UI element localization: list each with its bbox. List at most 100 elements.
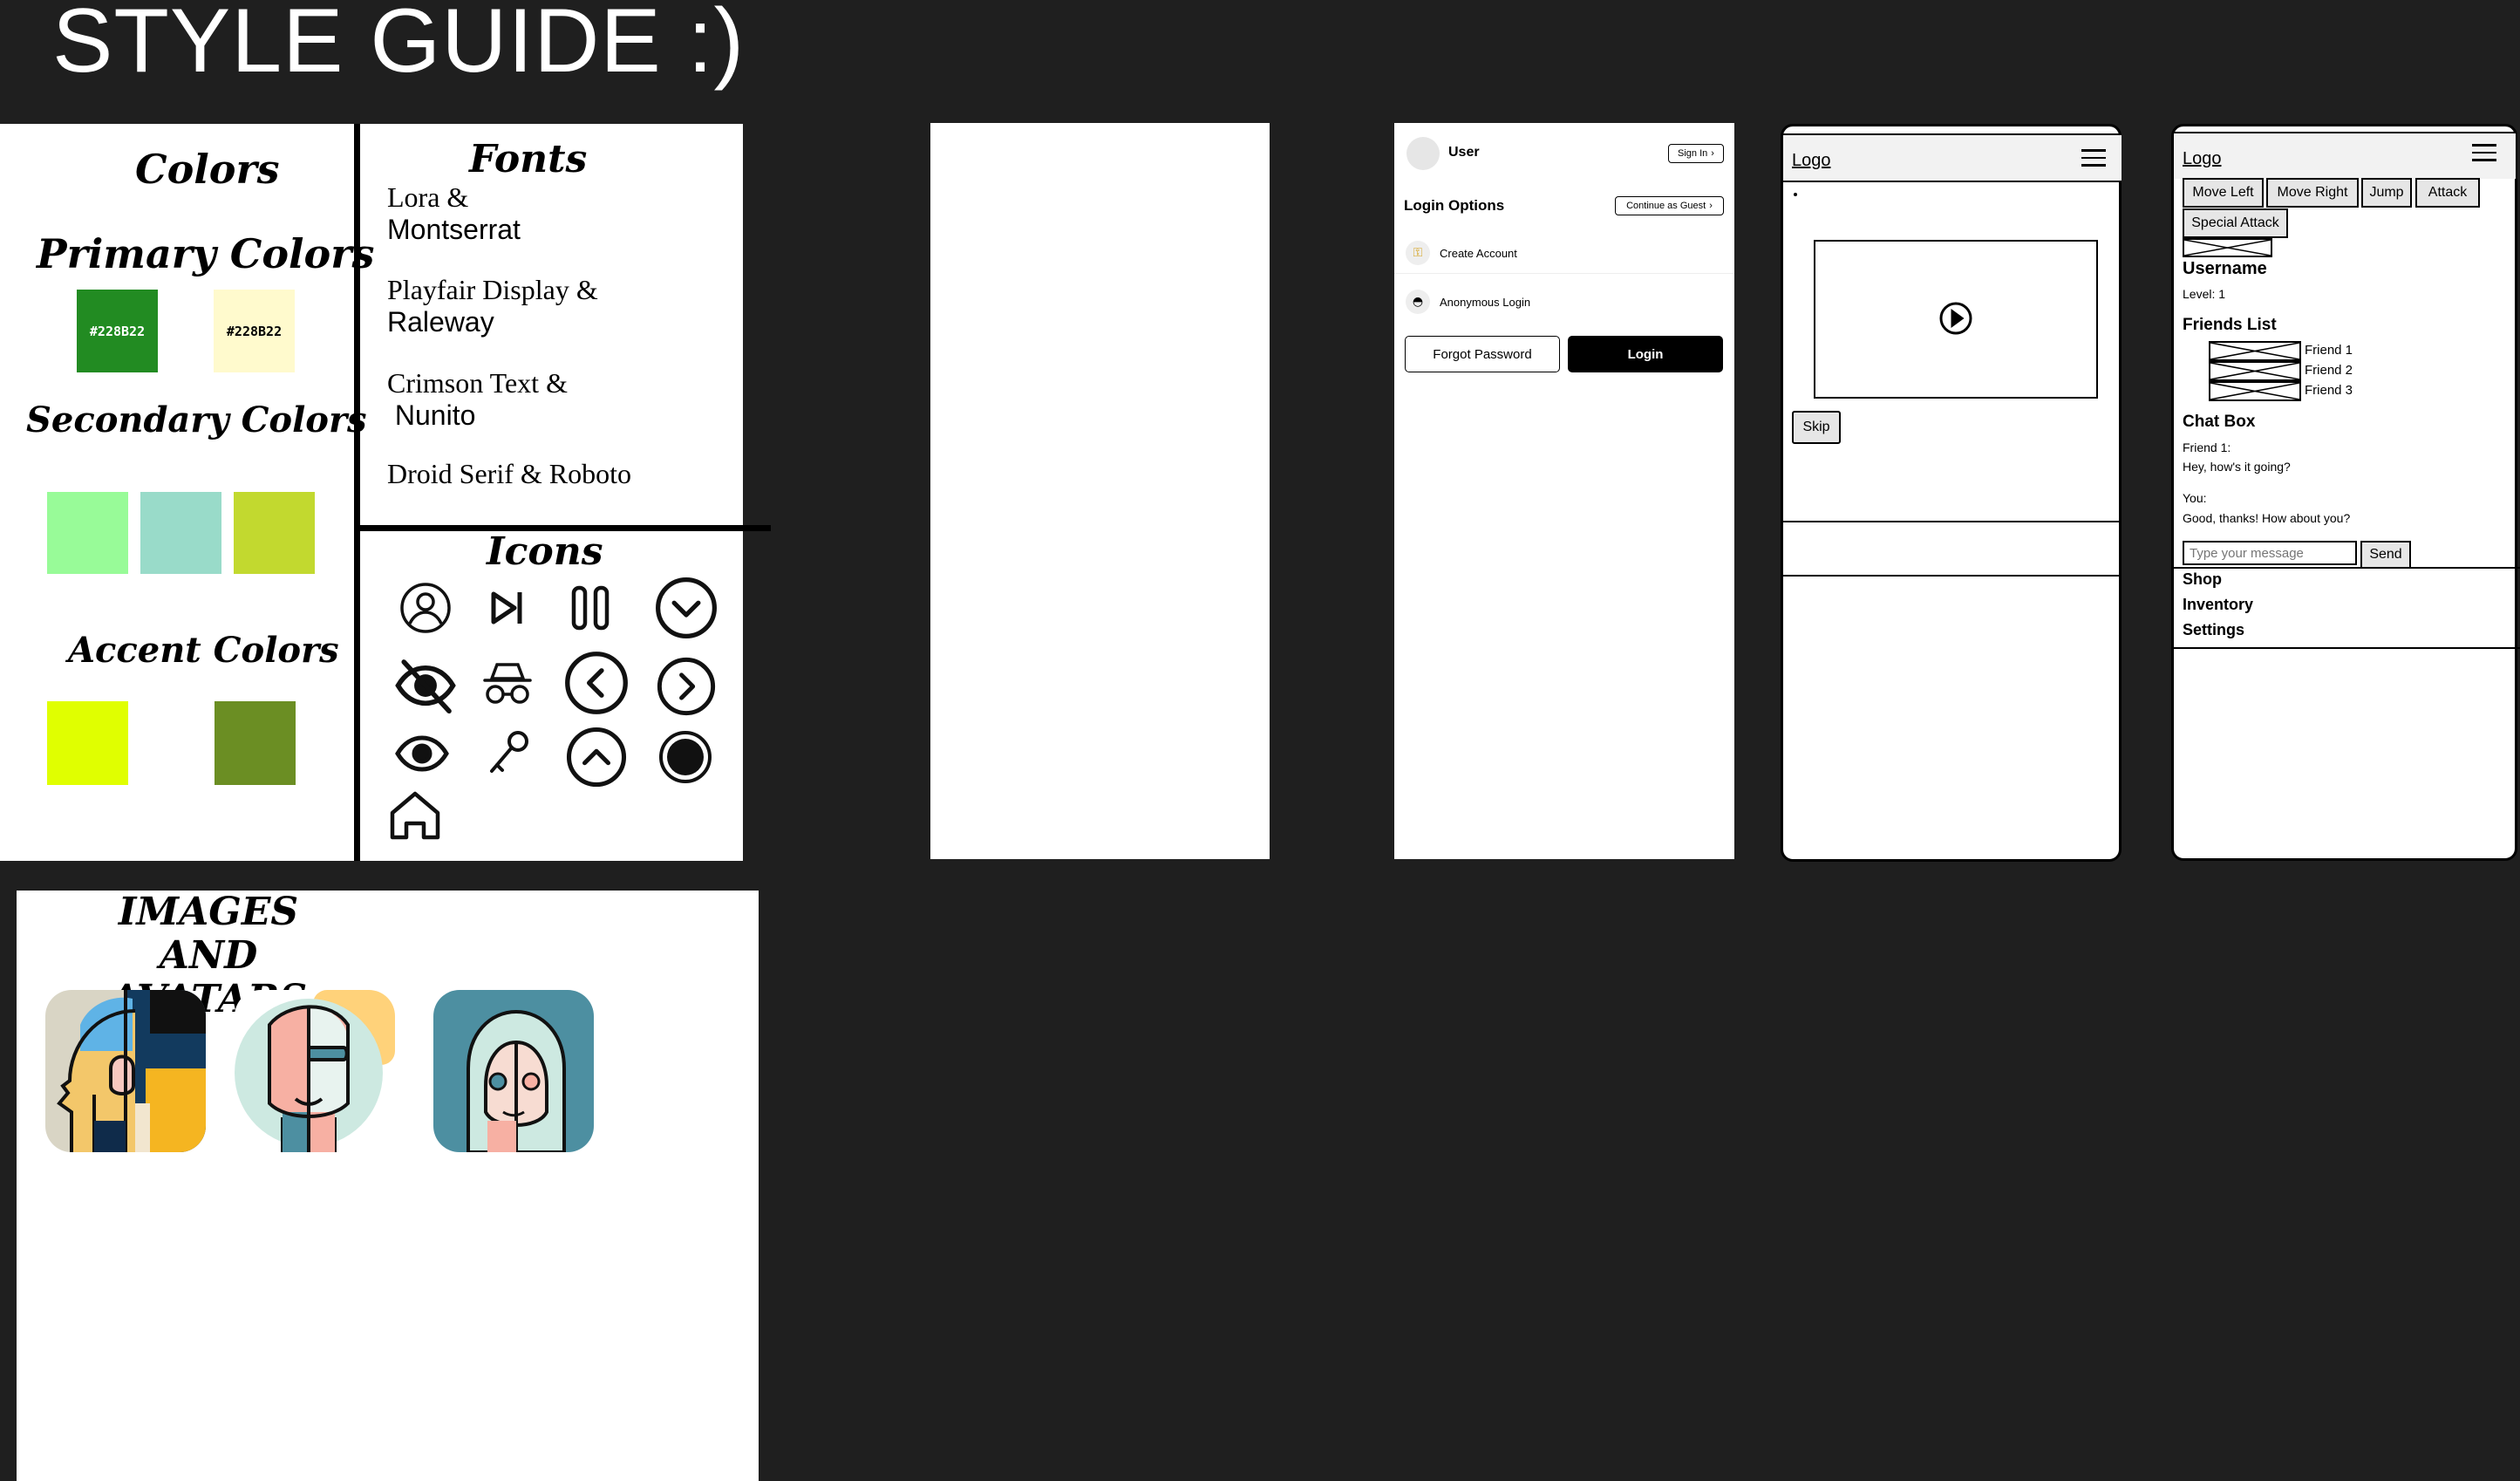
friend-avatar-placeholder bbox=[2209, 381, 2301, 401]
font-pair-line: Nunito bbox=[387, 399, 476, 431]
username-label: Username bbox=[2183, 259, 2267, 278]
create-account-item[interactable]: ⚿ Create Account bbox=[1394, 235, 1734, 274]
secondary-swatch-3 bbox=[234, 492, 315, 574]
sign-in-button[interactable]: Sign In › bbox=[1668, 144, 1724, 163]
font-pair-line: Droid Serif & Roboto bbox=[387, 458, 631, 489]
page-title: STYLE GUIDE :) bbox=[52, 0, 746, 92]
chevron-right-icon: › bbox=[1709, 201, 1713, 211]
font-pair-1: Lora & Montserrat bbox=[387, 181, 521, 246]
icons-heading: Icons bbox=[487, 529, 603, 574]
login-screen: User Sign In › Login Options Continue as … bbox=[1394, 123, 1734, 859]
accent-swatch-2 bbox=[215, 701, 296, 785]
accent-colors-heading: Accent Colors bbox=[68, 630, 339, 671]
chevron-right-circle-icon bbox=[656, 656, 717, 717]
swatch-hex-label: #228B22 bbox=[89, 323, 146, 339]
avatar-image bbox=[45, 990, 206, 1152]
chat-message: Hey, how's it going? bbox=[2183, 460, 2291, 474]
primary-swatch-lemon: #228B22 bbox=[214, 290, 295, 372]
friend-avatar-placeholder bbox=[2209, 341, 2301, 361]
user-circle-icon bbox=[398, 580, 453, 636]
fonts-heading: Fonts bbox=[469, 137, 588, 181]
list-item[interactable]: Friend 1 bbox=[2209, 341, 2409, 361]
font-pair-line: Raleway bbox=[387, 306, 494, 338]
special-attack-button[interactable]: Special Attack bbox=[2183, 208, 2288, 238]
eye-icon bbox=[394, 726, 450, 781]
header-bar: Logo bbox=[2174, 132, 2516, 179]
send-button[interactable]: Send bbox=[2360, 541, 2411, 569]
font-pair-4: Droid Serif & Roboto bbox=[387, 458, 631, 490]
swatch-hex-label: #228B22 bbox=[226, 323, 283, 339]
font-pair-line: Montserrat bbox=[387, 214, 521, 245]
skip-button[interactable]: Skip bbox=[1792, 411, 1841, 444]
login-options-heading: Login Options bbox=[1404, 197, 1505, 214]
video-screen: Logo Skip bbox=[1781, 124, 2122, 862]
hamburger-menu-icon[interactable] bbox=[2081, 147, 2106, 167]
video-player[interactable] bbox=[1814, 240, 2098, 399]
primary-colors-heading: Primary Colors bbox=[37, 230, 375, 277]
chat-message: Good, thanks! How about you? bbox=[2183, 511, 2351, 525]
font-pair-line: Crimson Text & bbox=[387, 367, 568, 399]
font-pair-line: Playfair Display & bbox=[387, 274, 598, 305]
avatar[interactable] bbox=[1406, 137, 1440, 170]
key-icon bbox=[481, 726, 537, 781]
eye-off-icon bbox=[394, 654, 457, 717]
friend-name: Friend 3 bbox=[2305, 383, 2353, 398]
chat-sender: You: bbox=[2183, 491, 2207, 505]
colors-panel: Colors Primary Colors #228B22 #228B22 Se… bbox=[0, 124, 771, 861]
panel-divider-vertical bbox=[354, 124, 360, 861]
skip-next-icon bbox=[480, 580, 535, 636]
avatar-image bbox=[433, 990, 594, 1152]
chat-box-heading: Chat Box bbox=[2183, 413, 2256, 431]
friend-name: Friend 2 bbox=[2305, 363, 2353, 378]
login-button[interactable]: Login bbox=[1568, 336, 1723, 372]
continue-guest-button[interactable]: Continue as Guest › bbox=[1615, 196, 1724, 215]
list-item[interactable]: Friend 2 bbox=[2209, 361, 2409, 381]
logo-link[interactable]: Logo bbox=[2183, 149, 2222, 169]
primary-swatch-green: #228B22 bbox=[77, 290, 158, 372]
attack-button[interactable]: Attack bbox=[2415, 178, 2480, 208]
jump-button[interactable]: Jump bbox=[2361, 178, 2412, 208]
chevron-right-icon: › bbox=[1711, 148, 1714, 159]
anonymous-login-label: Anonymous Login bbox=[1440, 296, 1531, 309]
font-pair-2: Playfair Display & Raleway bbox=[387, 274, 598, 338]
friends-list-heading: Friends List bbox=[2183, 316, 2277, 334]
hamburger-menu-icon[interactable] bbox=[2472, 142, 2496, 161]
friend-name: Friend 1 bbox=[2305, 343, 2353, 358]
list-item[interactable]: Friend 3 bbox=[2209, 381, 2409, 401]
forgot-password-button[interactable]: Forgot Password bbox=[1405, 336, 1560, 372]
chat-message-input[interactable] bbox=[2183, 541, 2357, 565]
font-pair-3: Crimson Text & Nunito bbox=[387, 367, 568, 432]
images-avatars-panel: IMAGES AND AVATARS bbox=[17, 891, 759, 1481]
create-account-label: Create Account bbox=[1440, 247, 1517, 260]
incognito-icon: ◓ bbox=[1406, 290, 1430, 314]
friend-avatar-placeholder bbox=[2209, 361, 2301, 381]
move-right-button[interactable]: Move Right bbox=[2266, 178, 2359, 208]
logo-link[interactable]: Logo bbox=[1792, 151, 1831, 171]
secondary-swatch-1 bbox=[47, 492, 128, 574]
secondary-swatch-2 bbox=[140, 492, 221, 574]
blank-frame bbox=[930, 123, 1270, 859]
pause-icon bbox=[562, 580, 618, 636]
chevron-down-circle-icon bbox=[654, 576, 719, 640]
home-icon bbox=[387, 787, 443, 843]
chat-sender: Friend 1: bbox=[2183, 440, 2231, 454]
level-label: Level: 1 bbox=[2183, 287, 2226, 301]
key-icon: ⚿ bbox=[1406, 241, 1430, 265]
sign-in-label: Sign In bbox=[1678, 148, 1708, 159]
chevron-up-circle-icon bbox=[565, 726, 628, 788]
move-left-button[interactable]: Move Left bbox=[2183, 178, 2264, 208]
anonymous-login-item[interactable]: ◓ Anonymous Login bbox=[1394, 283, 1734, 322]
accent-swatch-1 bbox=[47, 701, 128, 785]
dot-marker bbox=[1794, 193, 1797, 196]
side-menu: Shop Inventory Settings bbox=[2174, 567, 2520, 649]
footer-bar bbox=[1783, 521, 2122, 577]
font-pair-line: Lora & bbox=[387, 181, 469, 213]
game-screen: Logo Move Left Move Right Jump Attack Sp… bbox=[2171, 124, 2520, 861]
play-icon[interactable] bbox=[1938, 301, 1973, 336]
incognito-icon bbox=[480, 656, 535, 712]
record-icon bbox=[657, 729, 713, 785]
menu-item-inventory[interactable]: Inventory bbox=[2183, 596, 2253, 614]
menu-item-shop[interactable]: Shop bbox=[2183, 570, 2222, 589]
menu-item-settings[interactable]: Settings bbox=[2183, 621, 2244, 639]
images-heading-line: IMAGES AND bbox=[118, 890, 299, 978]
